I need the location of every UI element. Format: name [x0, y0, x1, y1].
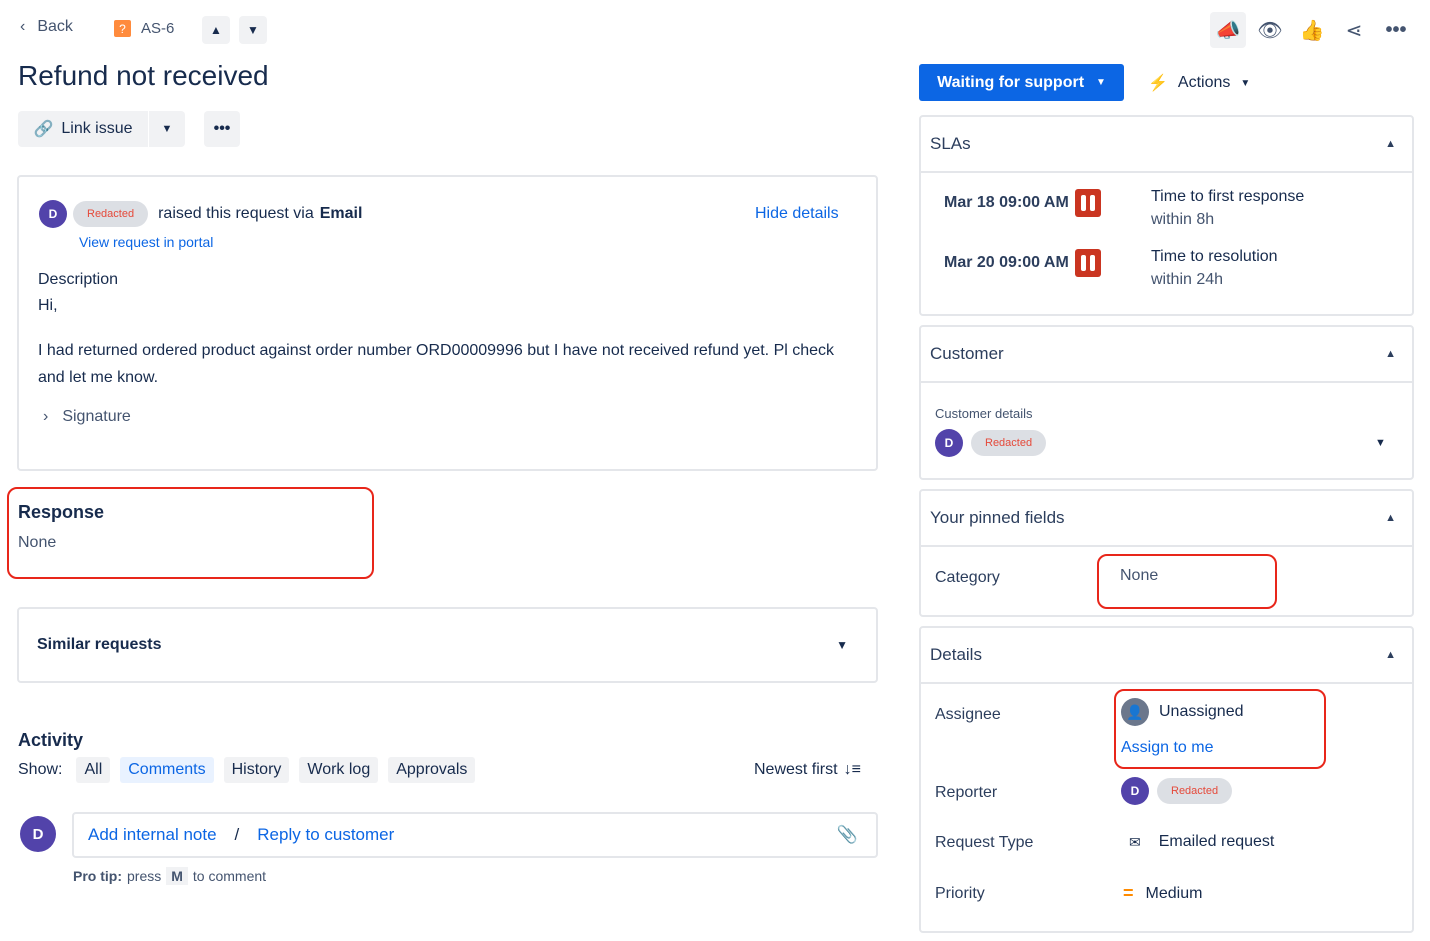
response-value[interactable]: None	[18, 534, 56, 552]
back-link[interactable]: ‹ Back	[20, 18, 73, 36]
chevron-left-icon: ‹	[20, 18, 26, 35]
highlight-box	[7, 487, 374, 579]
previous-issue-button[interactable]: ▲	[202, 16, 230, 44]
request-type-label: Request Type	[935, 834, 1034, 851]
paused-icon	[1074, 189, 1101, 217]
chevron-down-icon: ▼	[161, 123, 173, 135]
sla-name: Time to first response	[1151, 188, 1305, 205]
link-issue-button[interactable]: 🔗 Link issue	[18, 111, 148, 147]
details-header[interactable]: Details ▲	[921, 628, 1412, 684]
customer-details-label: Customer details	[935, 406, 1033, 421]
more-icon: •••	[213, 120, 231, 137]
view-portal-link[interactable]: View request in portal	[79, 234, 213, 250]
reporter-name[interactable]: Redacted	[73, 201, 149, 227]
more-toolbar-button[interactable]: •••	[204, 111, 240, 147]
slas-header[interactable]: SLAs ▲	[921, 117, 1412, 173]
sla-goal: within 24h	[1151, 271, 1224, 288]
reporter-label: Reporter	[935, 784, 998, 801]
lightning-icon: ⚡	[1148, 75, 1168, 92]
description-label: Description	[38, 271, 119, 288]
feedback-megaphone-button[interactable]: 📣	[1210, 12, 1246, 48]
page-title: Refund not received	[18, 60, 269, 91]
priority-medium-icon: =	[1123, 883, 1134, 903]
highlight-box	[1097, 554, 1277, 609]
activity-heading: Activity	[18, 730, 84, 750]
vote-button[interactable]: 👍	[1294, 18, 1330, 43]
reply-to-customer-link[interactable]: Reply to customer	[257, 825, 394, 845]
sort-icon: ↓≡	[843, 761, 861, 778]
more-actions-button[interactable]: •••	[1378, 19, 1414, 42]
description-greeting: Hi,	[38, 297, 58, 314]
priority-label: Priority	[935, 885, 985, 902]
customer-panel: Customer ▲ Customer details D Redacted ▼	[919, 325, 1414, 480]
avatar: D	[1121, 777, 1149, 805]
chevron-down-icon: ▼	[1240, 77, 1251, 89]
details-panel: Details ▲ Assignee 👤 Unassigned Assign to…	[919, 626, 1414, 933]
chevron-down-icon: ▼	[1096, 77, 1106, 88]
request-details-card: D Redacted raised this request via Email…	[17, 175, 878, 471]
question-issue-type-icon: ?	[114, 20, 131, 37]
sla-name: Time to resolution	[1151, 248, 1278, 265]
reporter-value[interactable]: Redacted	[1157, 778, 1233, 804]
next-issue-button[interactable]: ▼	[239, 16, 267, 44]
description-body: I had returned ordered product against o…	[38, 342, 835, 386]
eye-icon: 👁	[1257, 19, 1283, 42]
chevron-down-icon[interactable]: ▼	[1375, 437, 1386, 449]
thumbs-up-icon: 👍	[1299, 19, 1325, 42]
add-internal-note-link[interactable]: Add internal note	[88, 825, 217, 845]
filter-approvals[interactable]: Approvals	[388, 757, 476, 783]
avatar: D	[935, 429, 963, 457]
similar-requests-panel[interactable]: Similar requests ▼	[17, 607, 878, 683]
filter-comments[interactable]: Comments	[120, 757, 214, 783]
sla-goal: within 8h	[1151, 211, 1215, 228]
chevron-up-icon: ▲	[1385, 649, 1396, 661]
share-button[interactable]: ⋖	[1336, 18, 1372, 43]
response-label: Response	[18, 502, 105, 522]
highlight-box	[1114, 689, 1326, 769]
more-icon: •••	[1385, 18, 1407, 41]
sla-time: Mar 18 09:00 AM	[944, 194, 1069, 211]
current-user-avatar: D	[20, 816, 56, 852]
chevron-right-icon: ›	[43, 408, 49, 425]
share-icon: ⋖	[1345, 19, 1363, 42]
avatar: D	[39, 200, 67, 228]
chevron-up-icon: ▲	[210, 23, 222, 37]
chevron-down-icon: ▼	[836, 638, 848, 652]
megaphone-icon: 📣	[1215, 19, 1241, 42]
comment-box[interactable]: Add internal note / Reply to customer 📎	[72, 812, 878, 858]
chevron-up-icon: ▲	[1385, 348, 1396, 360]
chevron-up-icon: ▲	[1385, 512, 1396, 524]
issue-key[interactable]: ? AS-6	[114, 20, 174, 37]
customer-name[interactable]: Redacted	[971, 430, 1047, 456]
link-icon: 🔗	[33, 121, 54, 138]
slas-panel: SLAs ▲ Mar 18 09:00 AM Time to first resp…	[919, 115, 1414, 316]
paused-icon	[1074, 249, 1101, 277]
chevron-up-icon: ▲	[1385, 138, 1396, 150]
filter-history[interactable]: History	[223, 757, 290, 783]
sort-button[interactable]: Newest first ↓≡	[754, 761, 861, 779]
customer-header[interactable]: Customer ▲	[921, 327, 1412, 383]
paperclip-icon[interactable]: 📎	[837, 825, 858, 845]
request-type-value[interactable]: ✉ Emailed request	[1129, 833, 1274, 851]
link-issue-dropdown[interactable]: ▼	[149, 111, 185, 147]
watch-button[interactable]: 👁	[1252, 18, 1288, 43]
hide-details-link[interactable]: Hide details	[755, 205, 839, 223]
sla-time: Mar 20 09:00 AM	[944, 254, 1069, 271]
priority-value[interactable]: = Medium	[1123, 883, 1202, 904]
mail-icon: ✉	[1129, 833, 1141, 850]
signature-toggle[interactable]: › Signature	[43, 408, 131, 426]
chevron-down-icon: ▼	[247, 23, 259, 37]
assignee-label: Assignee	[935, 706, 1001, 723]
category-label: Category	[935, 569, 1000, 586]
status-dropdown[interactable]: Waiting for support ▼	[919, 64, 1124, 101]
filter-all[interactable]: All	[76, 757, 111, 783]
pinned-header[interactable]: Your pinned fields ▲	[921, 491, 1412, 547]
actions-button[interactable]: ⚡ Actions ▼	[1148, 73, 1250, 93]
filter-work-log[interactable]: Work log	[299, 757, 379, 783]
